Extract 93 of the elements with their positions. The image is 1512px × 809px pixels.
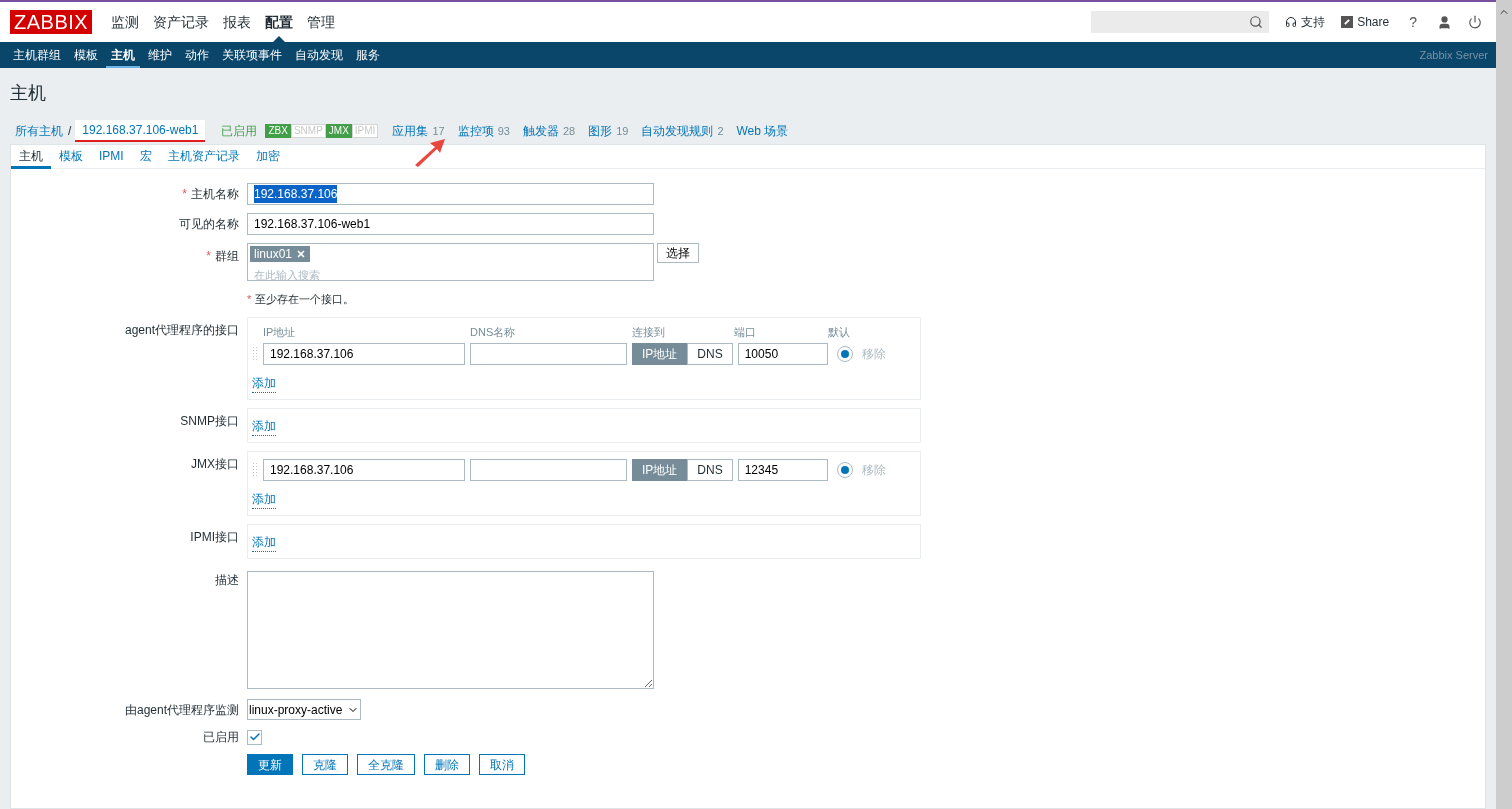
form-tab[interactable]: 主机资产记录 (159, 145, 248, 169)
logo[interactable]: ZABBIX (10, 10, 93, 34)
group-tag[interactable]: linux01 (250, 246, 311, 262)
interface-note: 至少存在一个接口。 (255, 291, 355, 307)
column-header: 连接到 (632, 325, 666, 338)
sub-nav-item[interactable]: 服务 (351, 42, 385, 68)
form-tab[interactable]: 模板 (51, 145, 91, 169)
form-tab[interactable]: 加密 (247, 145, 288, 169)
column-header: 端口 (734, 325, 757, 338)
close-icon[interactable] (296, 249, 307, 259)
visible-name-field[interactable]: 192.168.37.106-web1 (247, 213, 654, 235)
field-label: SNMP接口 (180, 414, 239, 428)
form-button[interactable]: 克隆 (302, 754, 348, 775)
form-button[interactable]: 取消 (479, 754, 525, 775)
main-menu-item[interactable]: 报表 (216, 2, 259, 42)
host-link[interactable]: 监控项 93 (457, 122, 510, 140)
column-header: IP地址 (263, 325, 297, 338)
groups-field[interactable]: linux01 在此输入搜索 (247, 243, 654, 281)
group-search-input[interactable]: 在此输入搜索 (250, 267, 651, 284)
field-label: 描述 (215, 573, 239, 587)
logout-icon[interactable] (1468, 15, 1482, 29)
search-field[interactable] (1091, 11, 1270, 33)
form-button[interactable]: 全克隆 (357, 754, 415, 775)
default-radio[interactable] (836, 346, 853, 362)
form-button[interactable]: 更新 (247, 754, 293, 775)
field-label: IPMI接口 (190, 530, 239, 544)
proxy-select[interactable]: linux-proxy-active (247, 699, 361, 720)
port-field[interactable]: 12345 (737, 459, 828, 481)
user-icon[interactable] (1437, 14, 1452, 30)
server-name: Zabbix Server (1419, 47, 1488, 63)
field-label: JMX接口 (191, 457, 239, 471)
field-label: 主机名称 (191, 187, 239, 201)
select-button[interactable]: 选择 (657, 243, 699, 263)
form-tab[interactable]: 宏 (131, 145, 160, 169)
connect-option[interactable]: IP地址 (632, 459, 688, 481)
breadcrumb-separator: / (68, 123, 72, 140)
column-header: DNS名称 (470, 325, 517, 338)
enabled-checkbox[interactable] (247, 729, 262, 745)
add-link[interactable]: 添加 (252, 374, 276, 393)
dns-field[interactable] (470, 343, 627, 365)
column-header: 默认 (828, 325, 850, 338)
headphones-icon (1285, 16, 1298, 28)
sub-nav-item[interactable]: 关联项事件 (217, 42, 287, 68)
share-link[interactable]: Share (1341, 13, 1390, 31)
help-button[interactable]: ? (1405, 11, 1421, 33)
add-link[interactable]: 添加 (252, 490, 276, 509)
sub-nav-item[interactable]: 模板 (69, 42, 103, 68)
default-radio[interactable] (836, 462, 853, 478)
dns-field[interactable] (470, 459, 627, 481)
search-icon[interactable] (1249, 15, 1264, 29)
add-link[interactable]: 添加 (252, 417, 276, 436)
sub-nav-item[interactable]: 自动发现 (290, 42, 348, 68)
required-mark: * (247, 291, 252, 307)
form-button[interactable]: 删除 (424, 754, 470, 775)
host-link[interactable]: 触发器 28 (522, 122, 576, 140)
field-label: agent代理程序的接口 (124, 323, 239, 337)
host-link[interactable]: 应用集 17 (392, 122, 445, 140)
host-link[interactable]: 自动发现规则 2 (641, 122, 724, 140)
sub-nav-item[interactable]: 主机 (106, 42, 140, 68)
port-field[interactable]: 10050 (737, 343, 828, 365)
host-link[interactable]: Web 场景 (736, 122, 789, 140)
host-name-field[interactable]: 192.168.37.106 (247, 183, 654, 205)
field-label: 可见的名称 (179, 217, 239, 231)
connect-option[interactable]: DNS (687, 343, 733, 365)
ip-field[interactable]: 192.168.37.106 (263, 343, 465, 365)
main-menu-item[interactable]: 监测 (104, 2, 147, 42)
field-label: 已启用 (203, 730, 239, 744)
sub-nav-item[interactable]: 维护 (143, 42, 177, 68)
connect-option[interactable]: IP地址 (632, 343, 688, 365)
availability-badge: ZBX (265, 124, 291, 138)
field-label: 由agent代理程序监测 (124, 702, 239, 717)
field-label: 群组 (215, 249, 239, 263)
breadcrumb-link[interactable]: 所有主机 (10, 122, 68, 140)
availability-badge: JMX (325, 124, 352, 138)
required-mark: * (182, 187, 187, 201)
main-menu-item[interactable]: 管理 (300, 2, 343, 42)
support-link[interactable]: 支持 (1285, 13, 1326, 31)
description-field[interactable] (247, 571, 654, 689)
annotation-arrow-icon (413, 137, 447, 167)
form-tab[interactable]: 主机 (11, 145, 51, 169)
breadcrumb-current[interactable]: 192.168.37.106-web1 (75, 120, 206, 142)
form-tab[interactable]: IPMI (91, 145, 132, 169)
required-mark: * (206, 249, 211, 263)
add-link[interactable]: 添加 (252, 533, 276, 552)
ip-field[interactable]: 192.168.37.106 (263, 459, 465, 481)
host-link[interactable]: 图形 19 (588, 122, 629, 140)
status-link[interactable]: 已启用 (221, 122, 258, 140)
main-menu-item[interactable]: 资产记录 (146, 2, 217, 42)
connect-option[interactable]: DNS (687, 459, 733, 481)
scrollbar[interactable] (1496, 0, 1512, 809)
page-title: 主机 (10, 82, 47, 105)
sub-nav-item[interactable]: 动作 (180, 42, 214, 68)
sub-nav-item[interactable]: 主机群组 (8, 42, 66, 68)
